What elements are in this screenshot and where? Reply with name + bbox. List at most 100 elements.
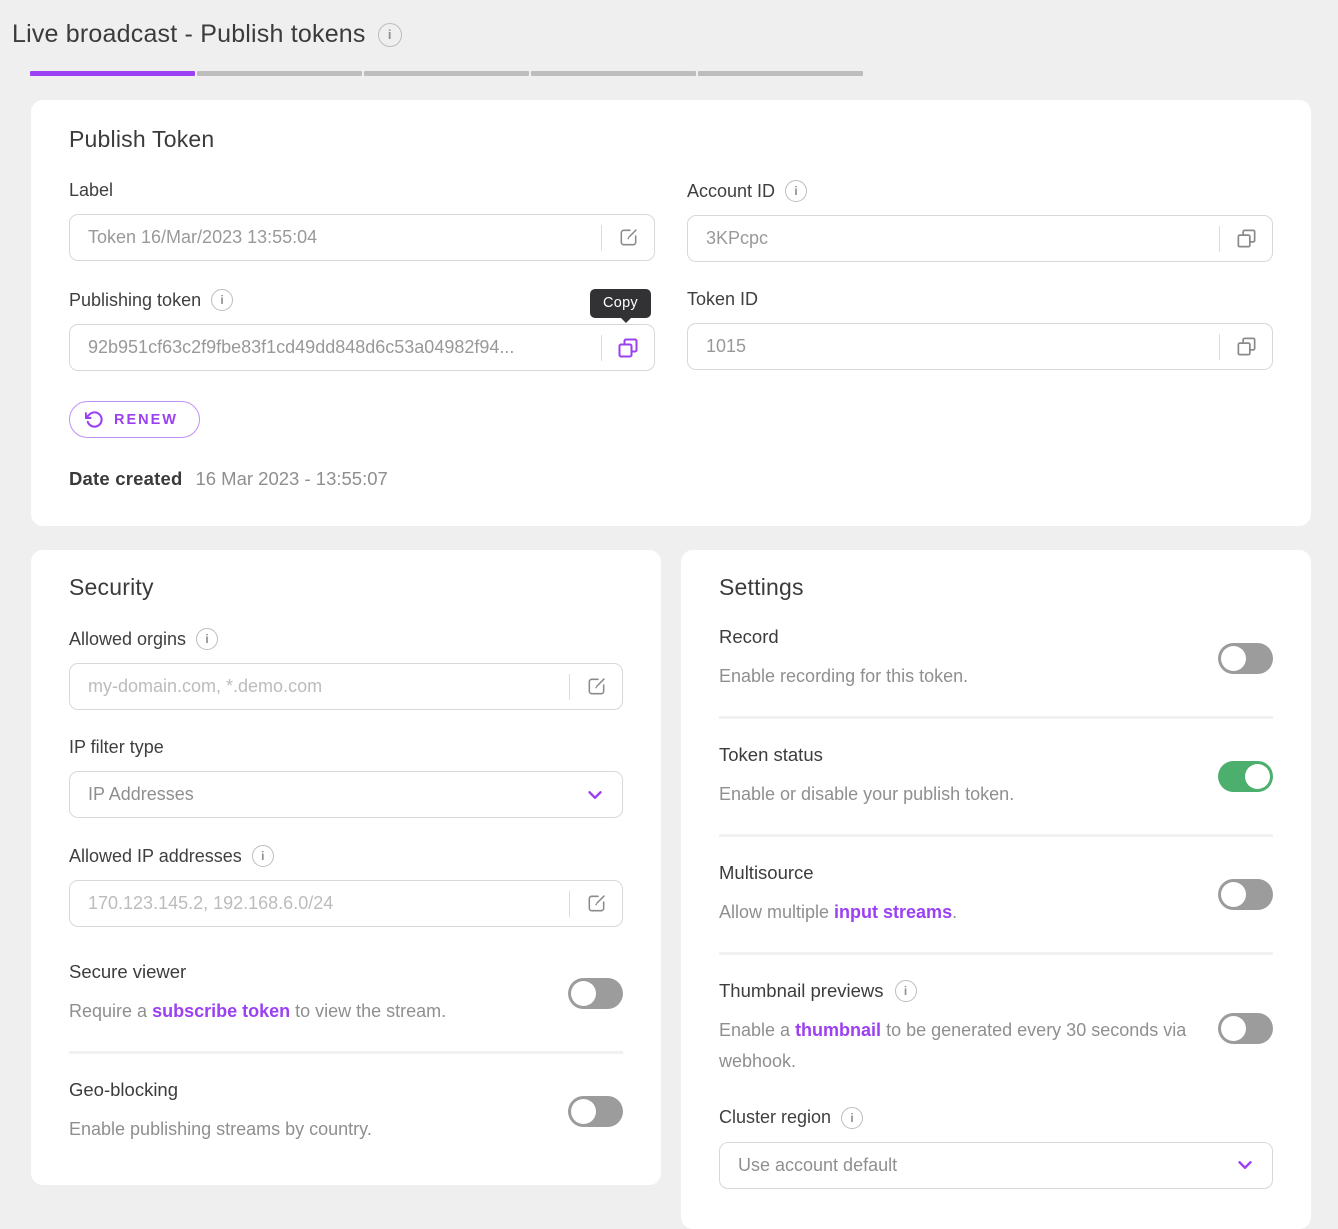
secure-viewer-toggle[interactable]	[568, 978, 623, 1009]
allowed-origins-edit-button[interactable]	[570, 664, 622, 709]
allowed-ips-info-icon[interactable]: i	[252, 845, 274, 867]
allowed-ips-input[interactable]	[70, 893, 569, 914]
account-id-info-icon[interactable]: i	[785, 180, 807, 202]
subscribe-token-link[interactable]: subscribe token	[152, 1001, 290, 1021]
allowed-ips-edit-button[interactable]	[570, 881, 622, 926]
publishing-token-copy-button[interactable]	[602, 325, 654, 370]
geo-blocking-toggle[interactable]	[568, 1096, 623, 1127]
ip-filter-type-group: IP filter type IP Addresses	[69, 737, 623, 818]
desc-text: to view the stream.	[290, 1001, 446, 1021]
toggle-knob	[1245, 764, 1270, 789]
divider	[69, 1051, 623, 1054]
copy-icon	[616, 336, 640, 360]
progress-segment	[197, 71, 362, 76]
toggle-knob	[571, 981, 596, 1006]
multisource-label: Multisource	[719, 862, 814, 884]
thumbnail-previews-toggle[interactable]	[1218, 1013, 1273, 1044]
allowed-ips-field	[69, 880, 623, 927]
progress-segment	[364, 71, 529, 76]
publishing-token-field: Copy	[69, 324, 655, 371]
cluster-region-value: Use account default	[738, 1155, 897, 1176]
thumbnail-previews-description: Enable a thumbnail to be generated every…	[719, 1015, 1194, 1077]
token-id-field-group: Token ID	[687, 289, 1273, 371]
cluster-region-select[interactable]: Use account default	[719, 1142, 1273, 1189]
cluster-region-group: Cluster region i Use account default	[719, 1107, 1273, 1189]
account-id-copy-button[interactable]	[1220, 216, 1272, 261]
date-created-label: Date created	[69, 468, 182, 490]
token-id-label: Token ID	[687, 289, 758, 310]
publishing-token-field-group: Publishing token i Copy	[69, 289, 655, 371]
token-id-input[interactable]	[688, 336, 1219, 357]
ip-filter-type-select[interactable]: IP Addresses	[69, 771, 623, 818]
label-input[interactable]	[70, 227, 601, 248]
date-created-row: Date created 16 Mar 2023 - 13:55:07	[69, 468, 1273, 490]
copy-icon	[1235, 335, 1258, 358]
allowed-origins-input[interactable]	[70, 676, 569, 697]
copy-tooltip: Copy	[590, 289, 651, 318]
allowed-origins-field	[69, 663, 623, 710]
secure-viewer-description: Require a subscribe token to view the st…	[69, 996, 544, 1027]
token-status-row: Token status Enable or disable your publ…	[719, 744, 1273, 810]
thumbnail-previews-info-icon[interactable]: i	[895, 980, 917, 1002]
label-field	[69, 214, 655, 261]
progress-segment	[698, 71, 863, 76]
publish-token-heading: Publish Token	[69, 126, 1273, 153]
label-field-label: Label	[69, 180, 113, 201]
toggle-knob	[571, 1099, 596, 1124]
secure-viewer-row: Secure viewer Require a subscribe token …	[69, 961, 623, 1027]
allowed-origins-info-icon[interactable]: i	[196, 628, 218, 650]
thumbnail-link[interactable]: thumbnail	[795, 1020, 881, 1040]
page-title-info-icon[interactable]: i	[378, 23, 402, 47]
token-id-field	[687, 323, 1273, 370]
multisource-toggle[interactable]	[1218, 879, 1273, 910]
publish-token-card: Publish Token Label	[31, 100, 1311, 526]
progress-segment	[531, 71, 696, 76]
chevron-down-icon	[584, 784, 606, 806]
chevron-down-icon	[1234, 1154, 1256, 1176]
settings-card: Settings Record Enable recording for thi…	[681, 550, 1311, 1229]
divider	[719, 716, 1273, 719]
edit-icon	[585, 675, 608, 698]
page-header: Live broadcast - Publish tokens i	[0, 0, 1338, 49]
publishing-token-info-icon[interactable]: i	[211, 289, 233, 311]
edit-icon	[617, 226, 640, 249]
cluster-region-info-icon[interactable]: i	[841, 1107, 863, 1129]
thumbnail-previews-label: Thumbnail previews	[719, 980, 884, 1002]
renew-icon	[85, 410, 104, 429]
divider	[719, 834, 1273, 837]
toggle-knob	[1221, 1016, 1246, 1041]
multisource-row: Multisource Allow multiple input streams…	[719, 862, 1273, 928]
progress-bar	[30, 71, 863, 76]
input-streams-link[interactable]: input streams	[834, 902, 952, 922]
toggle-knob	[1221, 646, 1246, 671]
label-edit-button[interactable]	[602, 215, 654, 260]
security-heading: Security	[69, 574, 623, 601]
geo-blocking-label: Geo-blocking	[69, 1079, 178, 1101]
token-id-copy-button[interactable]	[1220, 324, 1272, 369]
account-id-field-group: Account ID i	[687, 180, 1273, 262]
cluster-region-label: Cluster region	[719, 1107, 831, 1128]
multisource-description: Allow multiple input streams.	[719, 897, 1194, 928]
secure-viewer-label: Secure viewer	[69, 961, 186, 983]
thumbnail-previews-row: Thumbnail previews i Enable a thumbnail …	[719, 980, 1273, 1077]
ip-filter-type-value: IP Addresses	[88, 784, 194, 805]
account-id-input[interactable]	[688, 228, 1219, 249]
allowed-ips-field-group: Allowed IP addresses i	[69, 845, 623, 927]
account-id-label: Account ID	[687, 181, 775, 202]
renew-button[interactable]: RENEW	[69, 401, 200, 438]
token-status-toggle[interactable]	[1218, 761, 1273, 792]
record-toggle[interactable]	[1218, 643, 1273, 674]
geo-blocking-description: Enable publishing streams by country.	[69, 1114, 544, 1145]
publishing-token-input[interactable]	[70, 337, 601, 358]
date-created-value: 16 Mar 2023 - 13:55:07	[195, 468, 387, 490]
desc-text: Allow multiple	[719, 902, 834, 922]
page-title: Live broadcast - Publish tokens	[12, 20, 366, 49]
geo-blocking-row: Geo-blocking Enable publishing streams b…	[69, 1079, 623, 1145]
token-status-label: Token status	[719, 744, 823, 766]
desc-text: Require a	[69, 1001, 152, 1021]
label-field-group: Label	[69, 180, 655, 262]
copy-icon	[1235, 227, 1258, 250]
toggle-knob	[1221, 882, 1246, 907]
ip-filter-type-label: IP filter type	[69, 737, 164, 758]
divider	[719, 952, 1273, 955]
